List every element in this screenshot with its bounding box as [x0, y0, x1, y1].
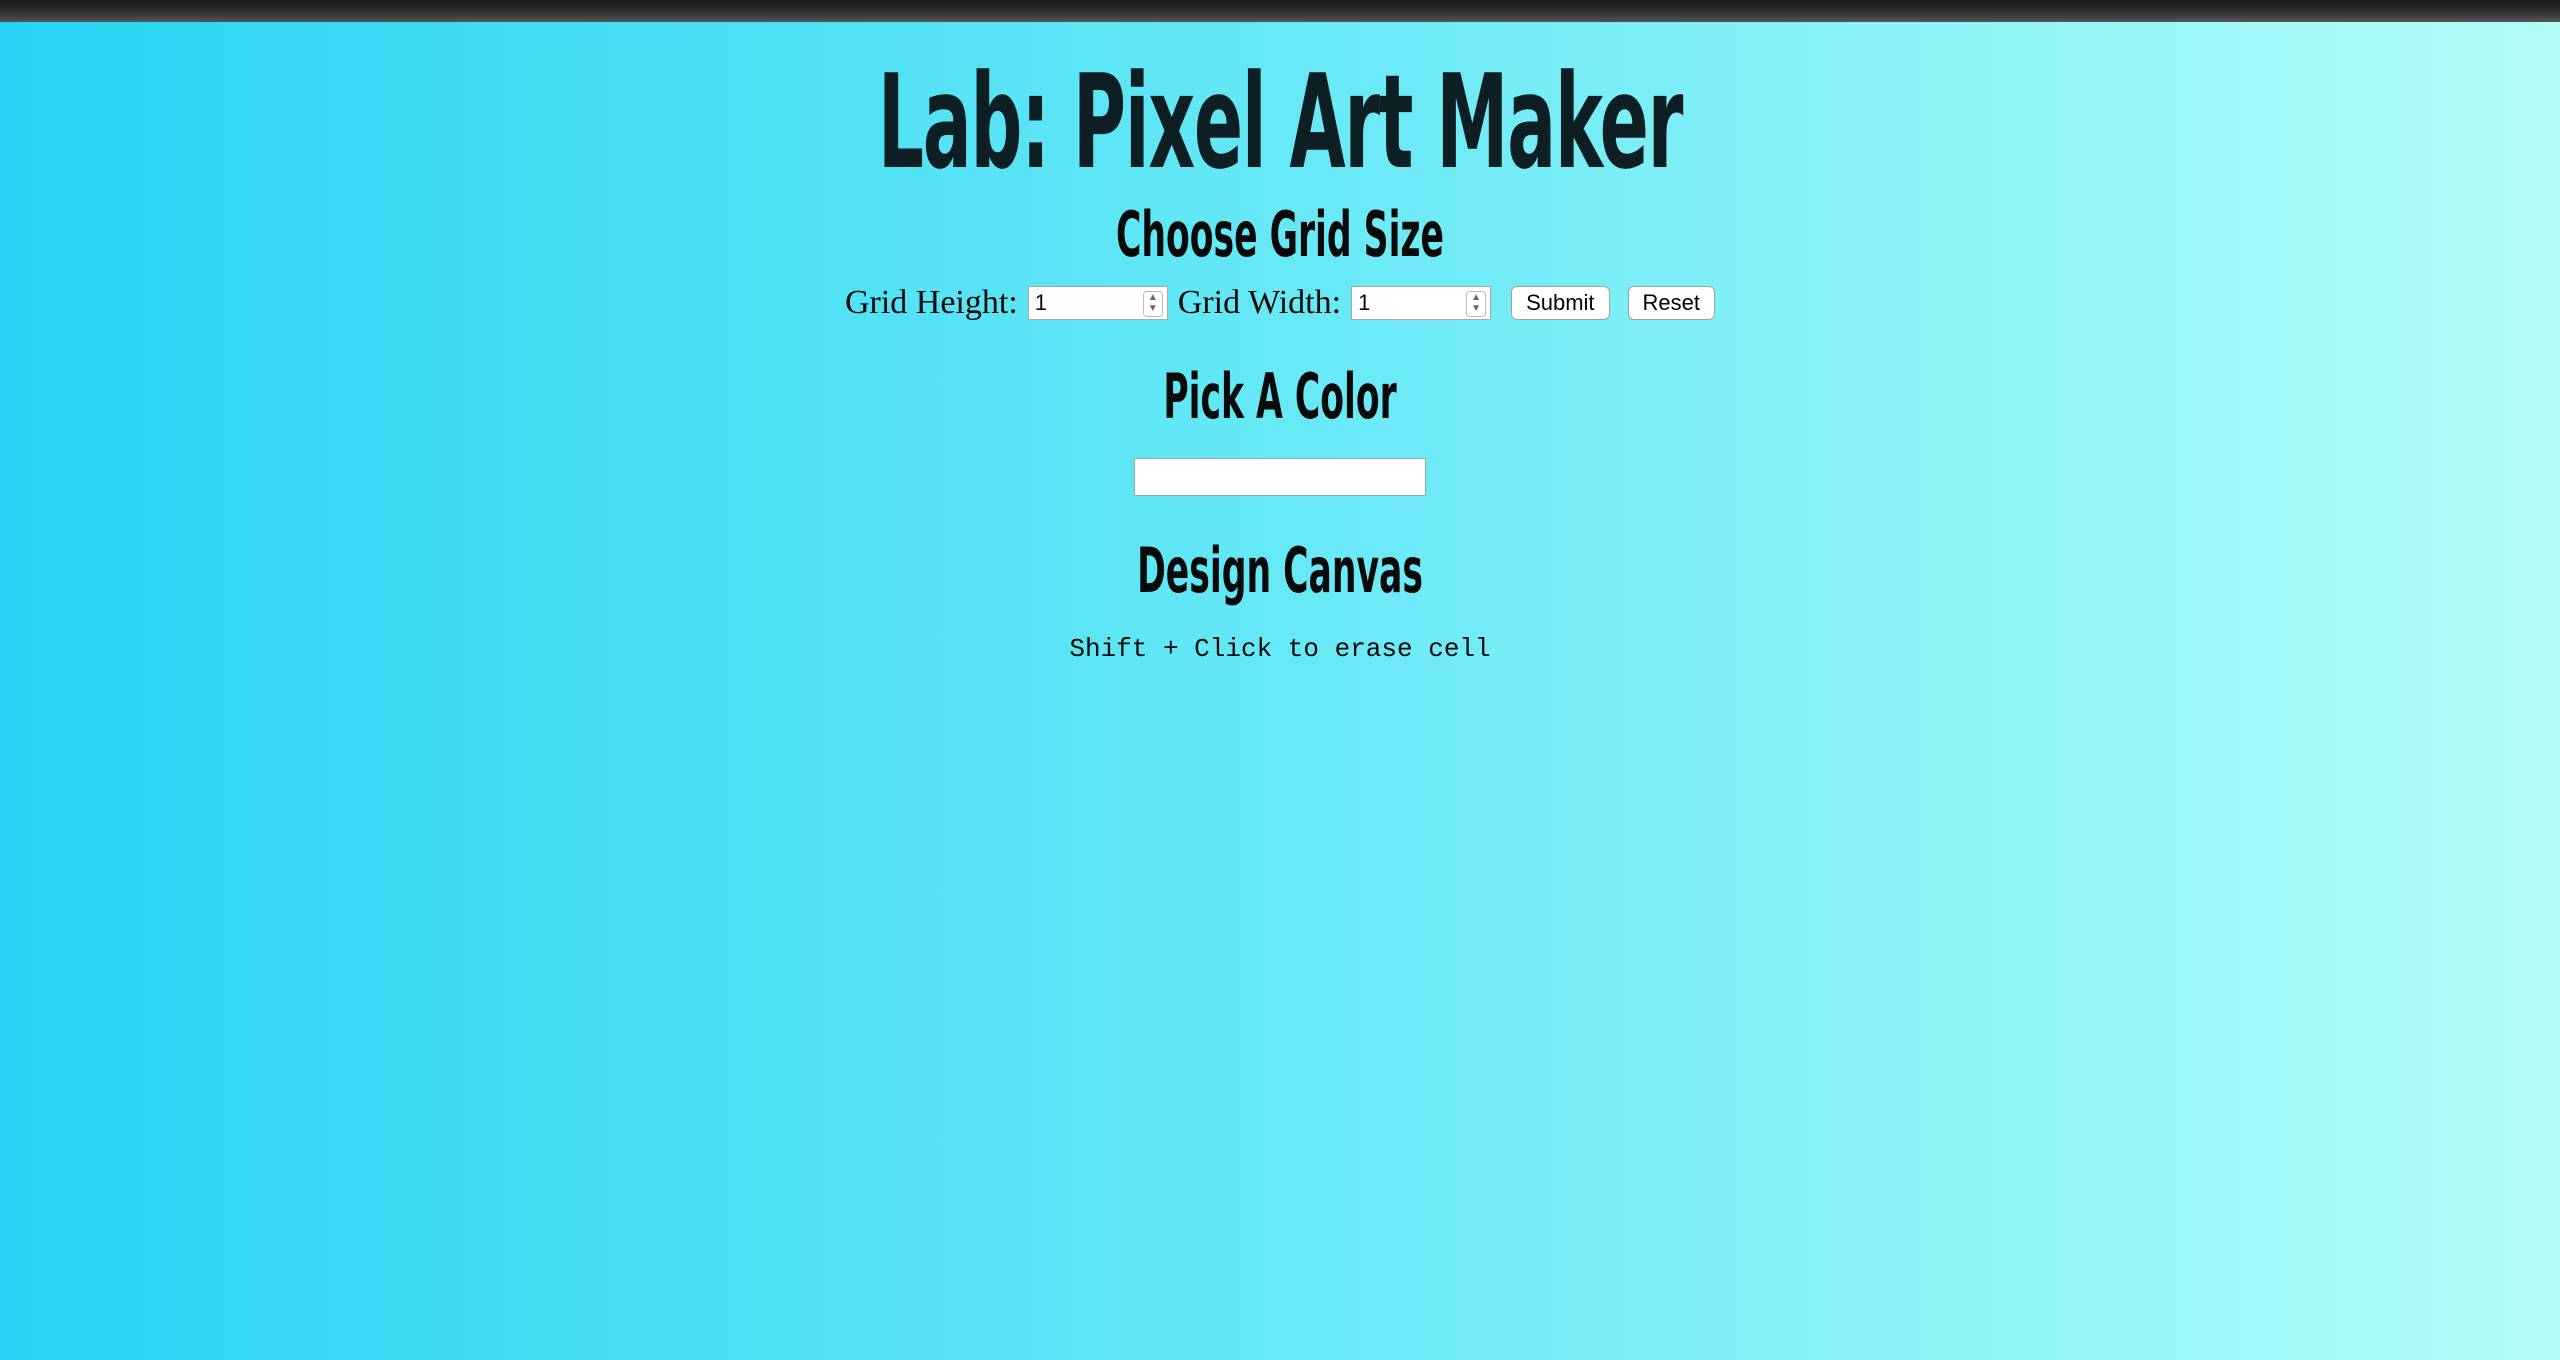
design-canvas-heading: Design Canvas — [1137, 534, 1423, 607]
reset-button[interactable]: Reset — [1627, 286, 1716, 320]
color-picker-input[interactable] — [1134, 458, 1426, 496]
submit-button[interactable]: Submit — [1511, 286, 1610, 320]
grid-height-label: Grid Height: — [844, 284, 1018, 321]
grid-size-heading: Choose Grid Size — [1115, 198, 1445, 271]
page-content: Lab: Pixel Art Maker Choose Grid Size Gr… — [0, 22, 2560, 664]
grid-width-spinner-icon[interactable]: ▲ ▼ — [1466, 291, 1487, 317]
page-title: Lab: Pixel Art Maker — [877, 46, 1684, 198]
grid-width-value: 1 — [1358, 290, 1371, 315]
grid-height-input[interactable]: 1 ▲ ▼ — [1027, 286, 1168, 320]
pick-color-heading: Pick A Color — [1163, 360, 1397, 433]
browser-top-strip — [0, 0, 2560, 22]
erase-hint-text: Shift + Click to erase cell — [1069, 634, 1491, 664]
grid-size-form: Grid Height: 1 ▲ ▼ Grid Width: 1 ▲ ▼ Submi… — [0, 284, 2560, 322]
grid-height-value: 1 — [1034, 290, 1048, 315]
grid-height-spinner-icon[interactable]: ▲ ▼ — [1142, 291, 1163, 317]
grid-width-input[interactable]: 1 ▲ ▼ — [1351, 286, 1492, 320]
grid-width-label: Grid Width: — [1177, 284, 1342, 321]
